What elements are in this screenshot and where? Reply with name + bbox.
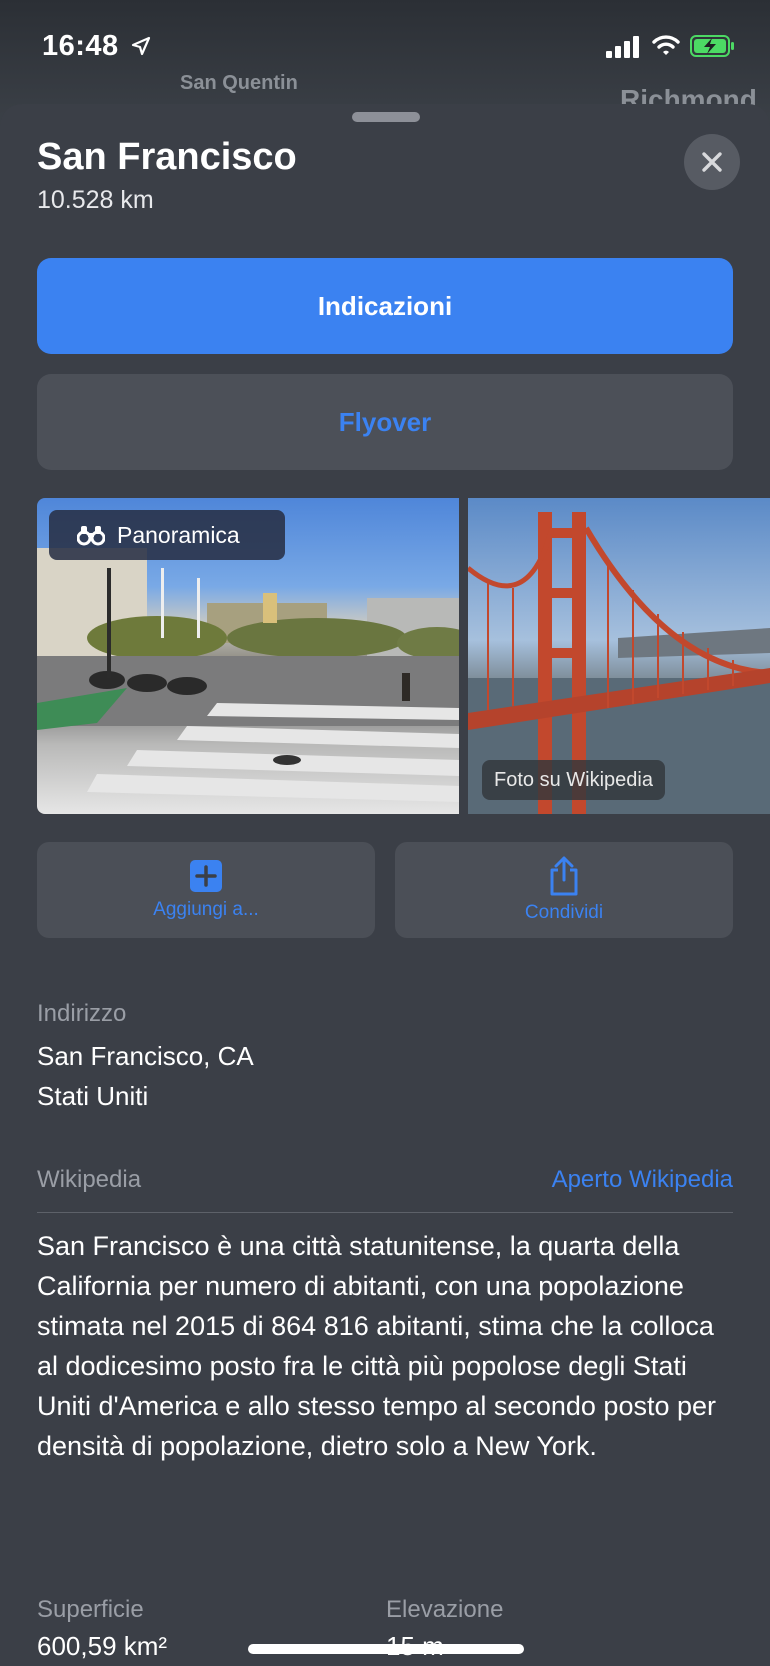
home-indicator[interactable] [248,1644,524,1654]
wikipedia-description: San Francisco è una città statunitense, … [37,1231,717,1461]
close-button[interactable] [684,134,740,190]
location-arrow-icon [131,36,151,56]
address-line-1[interactable]: San Francisco, CA [37,1036,254,1076]
wikipedia-heading: Wikipedia [37,1166,142,1193]
place-card-sheet: San Francisco 10.528 km Indicazioni Flyo… [0,104,770,1666]
status-bar: 16:48 [0,0,770,96]
panorama-badge[interactable]: Panoramica [49,510,285,560]
sheet-grabber[interactable] [352,112,420,122]
share-label: Condividi [524,902,604,923]
open-wikipedia-link[interactable]: Aperto Wikipedia [552,1166,733,1194]
share-button[interactable]: Condividi [395,842,733,938]
add-to-button[interactable]: Aggiungi a... [37,842,375,938]
elevation-label: Elevazione [386,1596,504,1623]
binoculars-icon [77,526,105,546]
directions-button[interactable]: Indicazioni [37,258,733,354]
panorama-label: Panoramica [117,521,240,548]
flyover-button[interactable]: Flyover [37,374,733,470]
screen: San Quentin Richmond 16:48 San Francisco [0,0,770,1666]
wifi-icon [652,35,680,55]
address-heading: Indirizzo [37,1000,127,1027]
wikipedia-photo-badge: Foto su Wikipedia [482,760,665,800]
look-around-photo[interactable]: Panoramica [37,498,459,814]
wikipedia-divider [37,1212,733,1213]
plus-square-icon [190,860,222,892]
address-line-2[interactable]: Stati Uniti [37,1076,148,1116]
place-title: San Francisco [37,136,297,178]
cellular-signal-icon [606,36,639,58]
add-to-label: Aggiungi a... [153,899,259,920]
close-icon [702,152,722,172]
share-icon [550,856,578,896]
wikipedia-photo[interactable]: Foto su Wikipedia [468,498,770,814]
place-distance: 10.528 km [37,186,154,214]
area-value: 600,59 km² [37,1631,168,1661]
status-time: 16:48 [42,30,119,62]
battery-charging-icon [690,35,734,57]
area-label: Superficie [37,1596,144,1623]
